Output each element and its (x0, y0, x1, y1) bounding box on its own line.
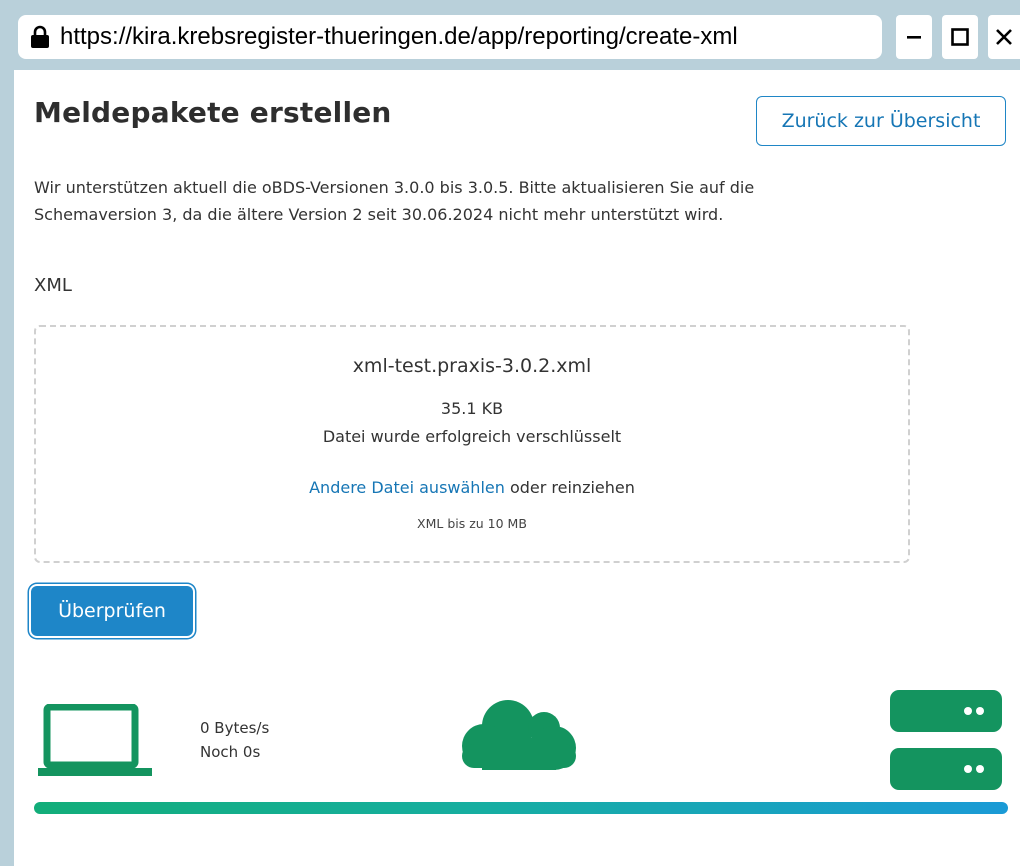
address-bar[interactable]: https://kira.krebsregister-thueringen.de… (18, 15, 882, 59)
minimize-button[interactable] (896, 15, 932, 59)
file-size: 35.1 KB (440, 399, 504, 418)
check-button[interactable]: Überprüfen (31, 586, 193, 636)
maximize-icon (951, 28, 969, 46)
time-remaining: Noch 0s (200, 743, 261, 761)
cloud-icon (460, 698, 578, 778)
page-content: Meldepakete erstellen Zurück zur Übersic… (14, 70, 1020, 866)
close-button[interactable] (988, 15, 1020, 59)
server-icon (890, 748, 1002, 790)
transfer-rate: 0 Bytes/s (200, 719, 270, 737)
server-icon (890, 690, 1002, 732)
close-icon (996, 29, 1012, 45)
xml-section-label: XML (34, 275, 72, 296)
drag-hint: oder reinziehen (504, 478, 635, 497)
page-title: Meldepakete erstellen (34, 96, 392, 129)
transfer-info: 0 Bytes/s Noch 0s (200, 716, 269, 764)
minimize-icon (907, 36, 921, 39)
encryption-status: Datei wurde erfolgreich verschlüsselt (322, 427, 622, 446)
file-limit-hint: XML bis zu 10 MB (417, 516, 527, 531)
file-dropzone[interactable]: xml-test.praxis-3.0.2.xml 35.1 KB Datei … (34, 325, 910, 563)
maximize-button[interactable] (942, 15, 978, 59)
uploaded-filename: xml-test.praxis-3.0.2.xml (352, 355, 592, 377)
back-to-overview-button[interactable]: Zurück zur Übersicht (756, 96, 1006, 146)
choose-other-file-link[interactable]: Andere Datei auswählen (309, 478, 505, 497)
info-text: Wir unterstützen aktuell die oBDS-Versio… (34, 174, 854, 228)
url-text[interactable]: https://kira.krebsregister-thueringen.de… (60, 23, 738, 51)
info-line-2: Schemaversion 3, da die ältere Version 2… (34, 205, 724, 224)
choose-file-row: Andere Datei auswählen oder reinziehen (36, 478, 908, 497)
lock-icon (30, 25, 50, 49)
laptop-icon (38, 703, 152, 782)
upload-progress-bar (34, 802, 1008, 814)
info-line-1: Wir unterstützen aktuell die oBDS-Versio… (34, 178, 755, 197)
